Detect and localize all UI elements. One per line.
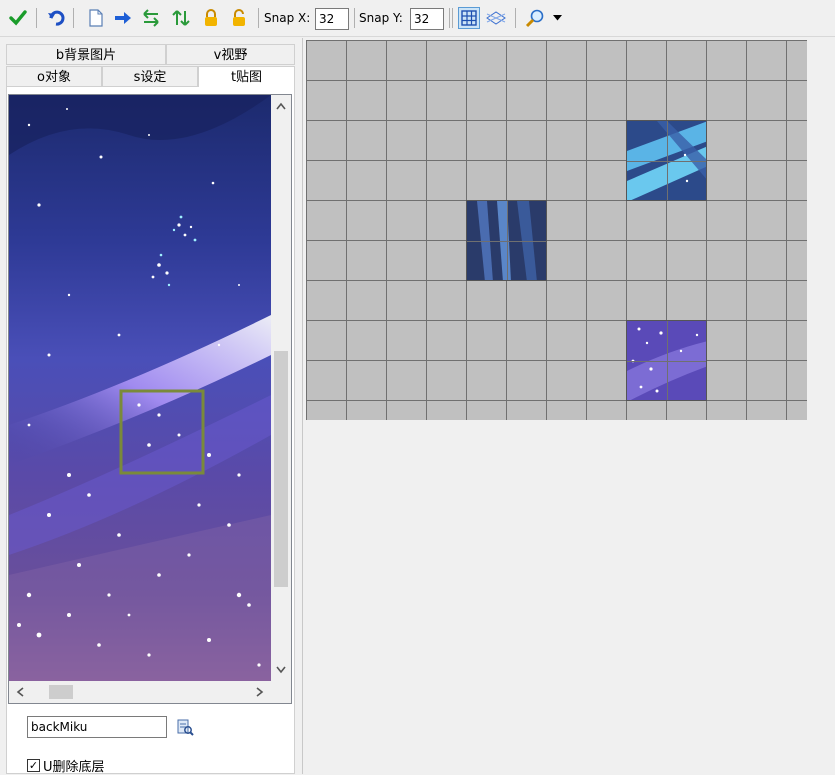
zoom-icon[interactable]: [525, 8, 545, 28]
grid-icon[interactable]: [458, 7, 480, 29]
checkbox-label: U删除底层: [43, 760, 105, 775]
toolbar-separator: [258, 8, 259, 28]
tab-settings[interactable]: s设定: [102, 66, 198, 87]
tab-row-bottom: o对象 s设定 t贴图: [6, 66, 295, 87]
scroll-corner: [271, 681, 291, 703]
snap-y-label: Snap Y:: [359, 11, 403, 25]
snap-y-input[interactable]: [410, 8, 444, 30]
placed-tile[interactable]: [626, 120, 707, 201]
arrow-right-icon[interactable]: [113, 8, 133, 28]
vertical-scroll-thumb[interactable]: [274, 351, 288, 587]
horizontal-scroll-thumb[interactable]: [49, 685, 73, 699]
swap-horizontal-icon[interactable]: [141, 8, 161, 28]
dots-icon[interactable]: [486, 8, 506, 28]
toolbar: Snap X: Snap Y:: [0, 0, 835, 37]
toolbar-separator: [73, 8, 74, 28]
vertical-scrollbar[interactable]: [271, 95, 291, 681]
tab-objects[interactable]: o对象: [6, 66, 102, 87]
tab-label: b背景图片: [55, 48, 117, 63]
tileset-viewer: [8, 94, 292, 704]
browse-icon[interactable]: [176, 718, 194, 736]
tab-label: t贴图: [230, 70, 263, 85]
tileset-image[interactable]: [9, 95, 271, 681]
tab-label: o对象: [37, 70, 71, 85]
placed-tile[interactable]: [626, 320, 707, 401]
snap-x-input[interactable]: [315, 8, 349, 30]
tab-background[interactable]: b背景图片: [6, 44, 166, 65]
horizontal-scrollbar[interactable]: [9, 681, 271, 703]
delete-bottom-layer-checkbox[interactable]: ✓ U删除底层: [27, 756, 105, 775]
checkbox-box[interactable]: ✓: [27, 759, 40, 772]
snap-x-label: Snap X:: [264, 11, 311, 25]
tab-label: s设定: [133, 70, 167, 85]
scroll-left-icon[interactable]: [16, 687, 24, 697]
toolbar-separator: [452, 8, 453, 28]
unlock-icon[interactable]: [229, 8, 249, 28]
dropdown-icon[interactable]: [550, 8, 564, 28]
scroll-right-icon[interactable]: [256, 687, 264, 697]
tab-row-top: b背景图片 v视野: [6, 44, 295, 65]
placed-tile[interactable]: [466, 200, 547, 281]
swap-vertical-icon[interactable]: [171, 8, 191, 28]
new-page-icon[interactable]: [86, 8, 106, 28]
map-canvas[interactable]: [306, 40, 807, 420]
toolbar-separator: [515, 8, 516, 28]
tab-view[interactable]: v视野: [166, 44, 295, 65]
toolbar-separator: [449, 8, 450, 28]
tileset-name-input[interactable]: [27, 716, 167, 738]
undo-icon[interactable]: [46, 8, 66, 28]
scroll-up-icon[interactable]: [276, 102, 286, 110]
lock-icon[interactable]: [201, 8, 221, 28]
tab-tiles[interactable]: t贴图: [198, 66, 295, 87]
map-grid: [306, 40, 807, 420]
check-icon[interactable]: [8, 8, 28, 28]
toolbar-separator: [36, 8, 37, 28]
tab-label: v视野: [213, 48, 248, 63]
toolbar-separator: [354, 8, 355, 28]
scroll-down-icon[interactable]: [276, 666, 286, 674]
